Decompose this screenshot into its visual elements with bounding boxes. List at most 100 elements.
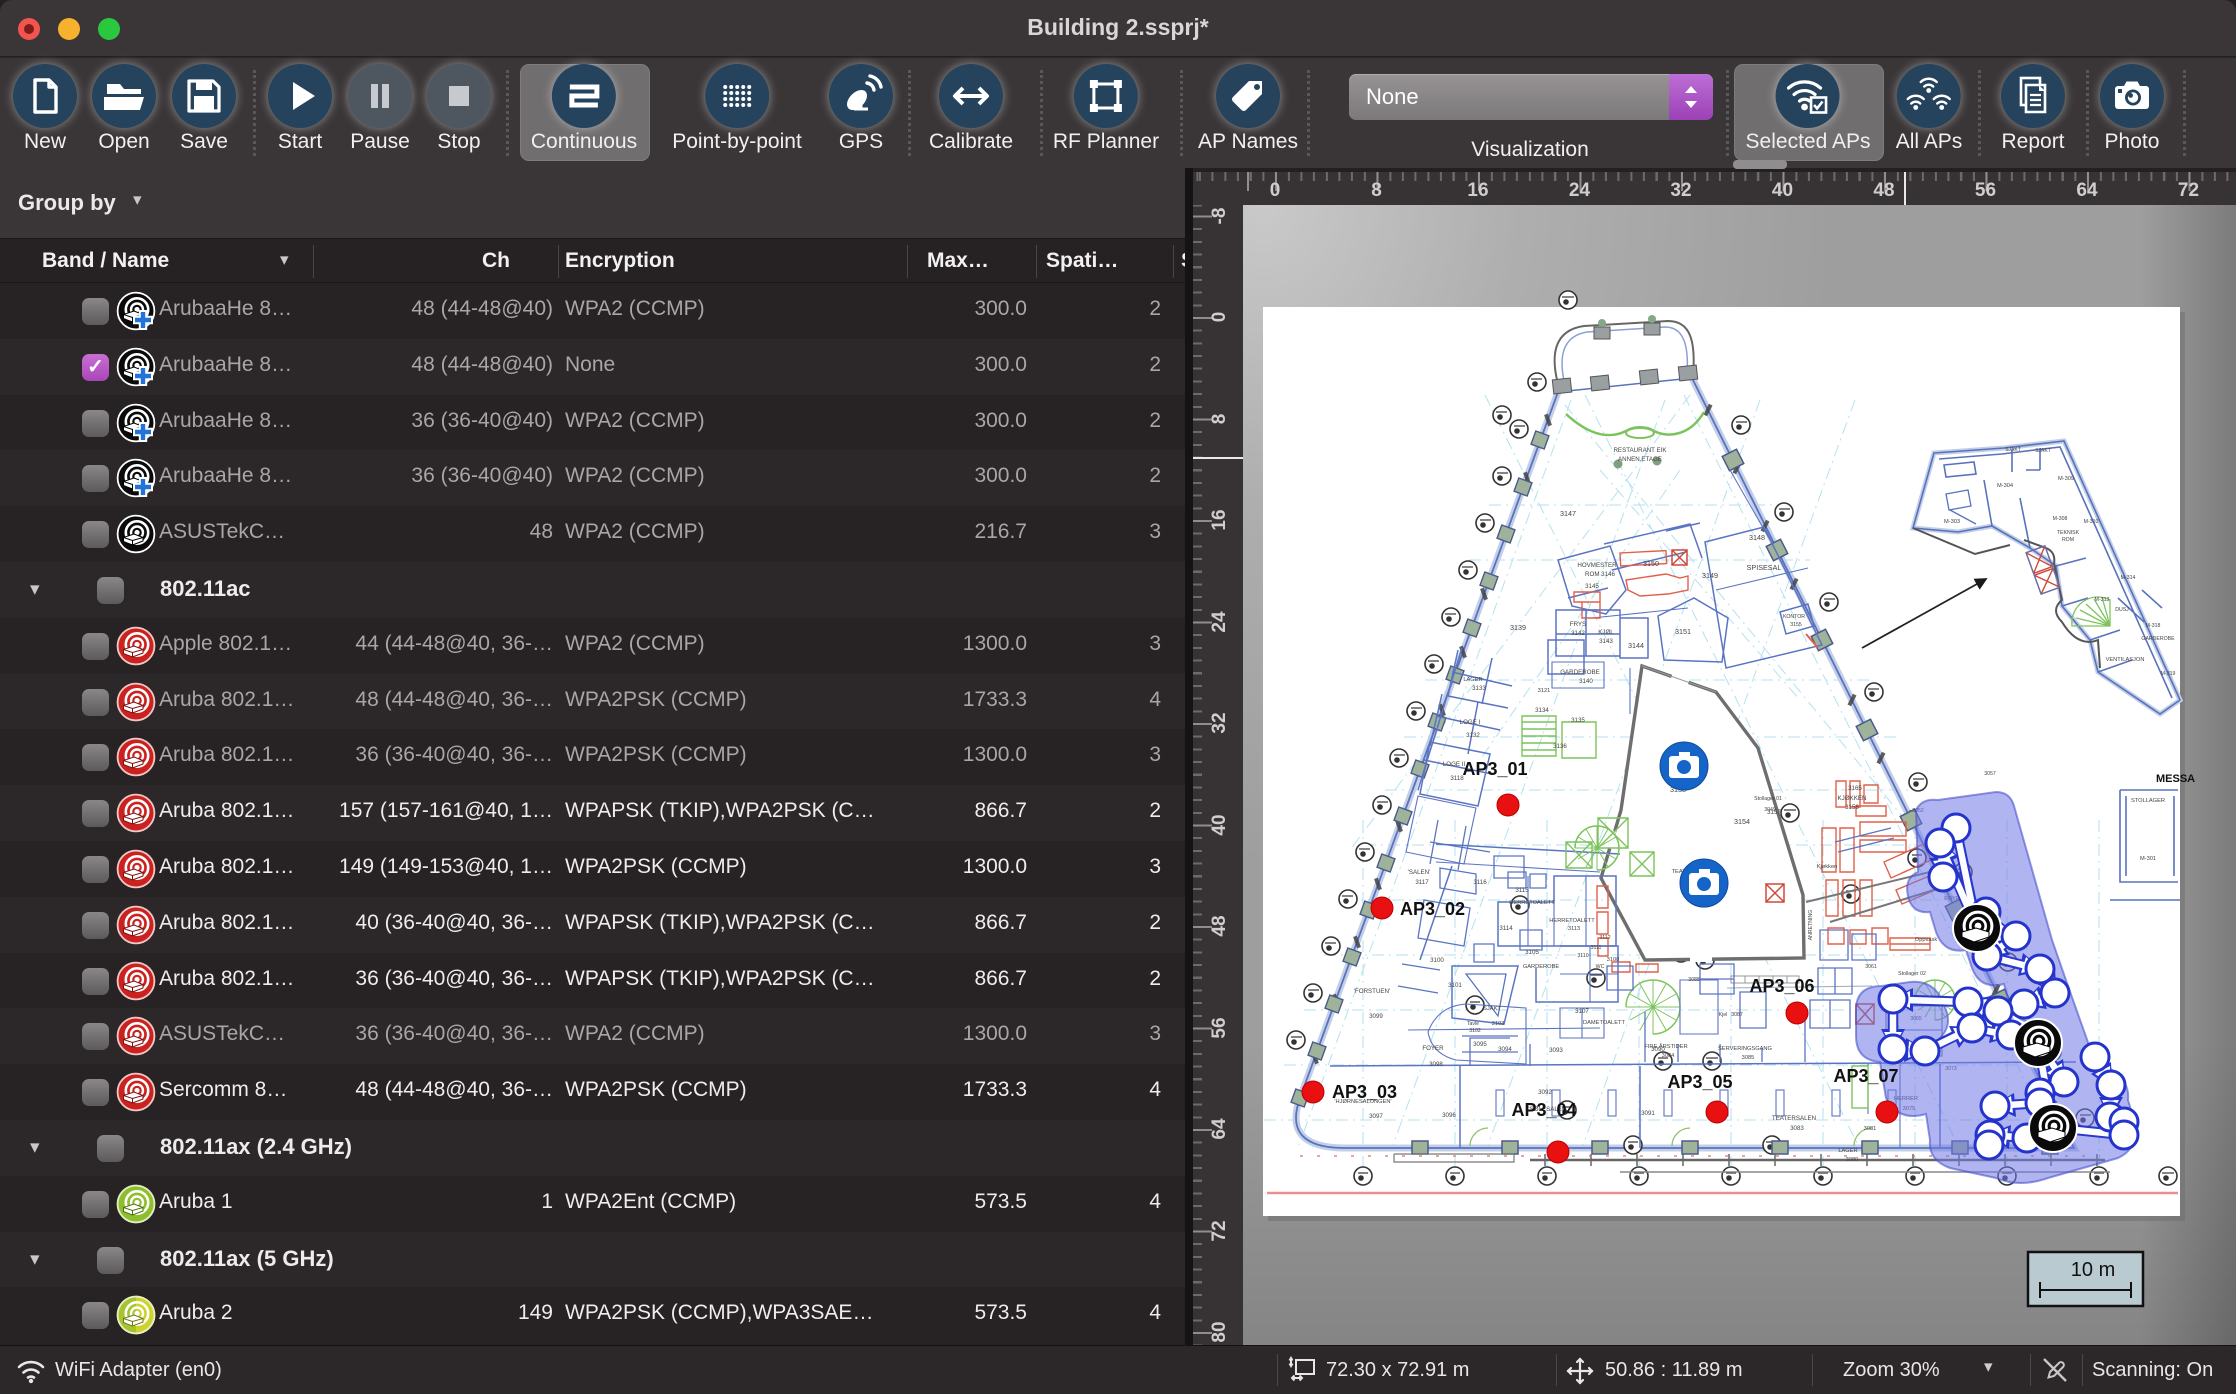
svg-text:3144: 3144 (1628, 641, 1644, 650)
svg-text:VENTILASJON: VENTILASJON (2106, 657, 2145, 663)
svg-text:SJAKT: SJAKT (2035, 448, 2051, 454)
svg-text:KJØL: KJØL (1598, 629, 1614, 636)
svg-text:3136: 3136 (1553, 743, 1567, 750)
svg-text:SERVERINGSGANG: SERVERINGSGANG (1718, 1046, 1772, 1052)
svg-text:HOVMESTER: HOVMESTER (1577, 562, 1617, 569)
svg-text:HERRETOALETT: HERRETOALETT (1509, 900, 1555, 906)
svg-text:M-310: M-310 (2084, 519, 2099, 525)
svg-text:AP3_05: AP3_05 (1667, 1072, 1732, 1092)
svg-text:STOLLAGER: STOLLAGER (2131, 798, 2165, 804)
svg-text:3092: 3092 (1538, 1089, 1552, 1096)
svg-text:FIRE ÅRSTIDER: FIRE ÅRSTIDER (1644, 1043, 1687, 1050)
svg-text:3084: 3084 (1662, 1053, 1675, 1059)
svg-text:SJAKT: SJAKT (1483, 1006, 1501, 1012)
svg-text:3150: 3150 (1643, 559, 1659, 568)
svg-text:3135: 3135 (1571, 717, 1585, 724)
svg-text:3121: 3121 (1538, 688, 1551, 694)
svg-text:3117: 3117 (1415, 879, 1429, 886)
svg-text:3093: 3093 (1549, 1047, 1563, 1054)
svg-text:3095: 3095 (1473, 1041, 1487, 1048)
svg-text:3145: 3145 (1585, 583, 1599, 590)
svg-text:3165: 3165 (1848, 785, 1862, 792)
svg-text:3094: 3094 (1498, 1046, 1512, 1053)
svg-text:M-301: M-301 (2140, 856, 2156, 862)
svg-text:Kjøkken: Kjøkken (1817, 864, 1838, 870)
svg-text:3081: 3081 (1864, 1126, 1877, 1132)
svg-text:AP3_03: AP3_03 (1332, 1082, 1397, 1102)
svg-text:3115: 3115 (1515, 887, 1529, 894)
svg-text:3057: 3057 (1984, 771, 1996, 777)
svg-text:3087: 3087 (1731, 1012, 1743, 1018)
svg-text:3049: 3049 (1764, 807, 1776, 813)
svg-text:3080: 3080 (1846, 1157, 1859, 1163)
svg-text:3110: 3110 (1577, 953, 1588, 959)
svg-text:SJAKT: SJAKT (2005, 447, 2021, 453)
svg-text:3149: 3149 (1702, 571, 1718, 580)
svg-text:3148: 3148 (1749, 533, 1765, 542)
svg-text:3154: 3154 (1734, 817, 1750, 826)
svg-text:3107: 3107 (1575, 1008, 1589, 1015)
svg-text:3116: 3116 (1473, 879, 1487, 886)
svg-text:3098: 3098 (1429, 1061, 1443, 1068)
svg-text:3155: 3155 (1790, 622, 1802, 628)
svg-text:TEATERSALEN: TEATERSALEN (1772, 1115, 1816, 1122)
svg-text:LOGE I: LOGE I (1460, 719, 1481, 726)
svg-text:10 m: 10 m (2071, 1259, 2115, 1281)
svg-text:SPISESAL: SPISESAL (1747, 563, 1782, 572)
svg-text:3085: 3085 (1742, 1055, 1755, 1061)
svg-text:3156: 3156 (1845, 804, 1859, 811)
svg-text:M-313: M-313 (2095, 597, 2110, 603)
svg-text:3061: 3061 (1865, 964, 1877, 970)
svg-text:DUSJ: DUSJ (2115, 607, 2129, 613)
svg-text:3112: 3112 (1599, 935, 1610, 941)
svg-text:AP3_06: AP3_06 (1749, 976, 1814, 996)
svg-text:3099: 3099 (1369, 1013, 1383, 1020)
svg-text:Kjel: Kjel (1719, 1012, 1728, 1018)
svg-text:M-318: M-318 (2146, 623, 2161, 629)
svg-text:ROM: ROM (2062, 537, 2074, 543)
svg-text:3132: 3132 (1466, 732, 1480, 739)
svg-text:HERRETOALETT: HERRETOALETT (1549, 918, 1595, 924)
svg-text:3142: 3142 (1571, 630, 1585, 637)
svg-text:GARDEROBE: GARDEROBE (1523, 964, 1560, 970)
svg-text:M-304: M-304 (1997, 483, 2013, 489)
svg-text:RESTAURANT EIK: RESTAURANT EIK (1613, 447, 1667, 454)
svg-text:AP3_01: AP3_01 (1462, 759, 1527, 779)
svg-text:ANNEN.ETAGE: ANNEN.ETAGE (1618, 456, 1662, 463)
svg-text:M-319: M-319 (2161, 671, 2176, 677)
svg-text:3140: 3140 (1579, 678, 1593, 685)
svg-text:'FORSTUEN': 'FORSTUEN' (1354, 988, 1390, 995)
svg-text:AP3_07: AP3_07 (1833, 1066, 1898, 1086)
svg-text:3133: 3133 (1472, 685, 1486, 692)
svg-text:3113: 3113 (1568, 926, 1580, 932)
svg-text:DAMETOALETT: DAMETOALETT (1583, 1020, 1625, 1026)
svg-text:TEKNISK: TEKNISK (2057, 530, 2080, 536)
svg-text:3102: 3102 (1469, 1028, 1481, 1034)
svg-text:AP3_02: AP3_02 (1400, 899, 1465, 919)
svg-text:MESSA: MESSA (2156, 773, 2195, 785)
svg-text:3147: 3147 (1560, 509, 1576, 518)
svg-text:GARDEROBE: GARDEROBE (1560, 669, 1600, 676)
svg-text:3134: 3134 (1535, 707, 1549, 714)
svg-text:M-303: M-303 (1944, 519, 1960, 525)
svg-text:M-309: M-309 (2058, 476, 2074, 482)
svg-text:'SALEN': 'SALEN' (1408, 869, 1431, 876)
svg-text:3105: 3105 (1525, 949, 1539, 956)
svg-text:KJØKKEN: KJØKKEN (1838, 795, 1867, 802)
svg-text:3091: 3091 (1641, 1110, 1655, 1117)
svg-text:LAGER: LAGER (1463, 677, 1482, 683)
svg-text:WC: WC (1596, 964, 1605, 970)
svg-text:LAGER: LAGER (1838, 1148, 1857, 1154)
svg-text:3139: 3139 (1510, 623, 1526, 632)
svg-text:3088: 3088 (1688, 977, 1700, 983)
svg-text:3143: 3143 (1599, 638, 1613, 645)
svg-text:3114: 3114 (1499, 925, 1513, 932)
svg-text:3083: 3083 (1790, 1125, 1804, 1132)
svg-text:FRYS: FRYS (1570, 621, 1586, 628)
svg-text:M-308: M-308 (2053, 516, 2068, 522)
svg-text:3103: 3103 (1492, 1021, 1505, 1027)
svg-text:3111: 3111 (1591, 945, 1602, 951)
svg-text:Tavle: Tavle (1467, 1021, 1479, 1027)
svg-text:3100: 3100 (1430, 957, 1444, 964)
svg-text:FOYER: FOYER (1422, 1045, 1444, 1052)
